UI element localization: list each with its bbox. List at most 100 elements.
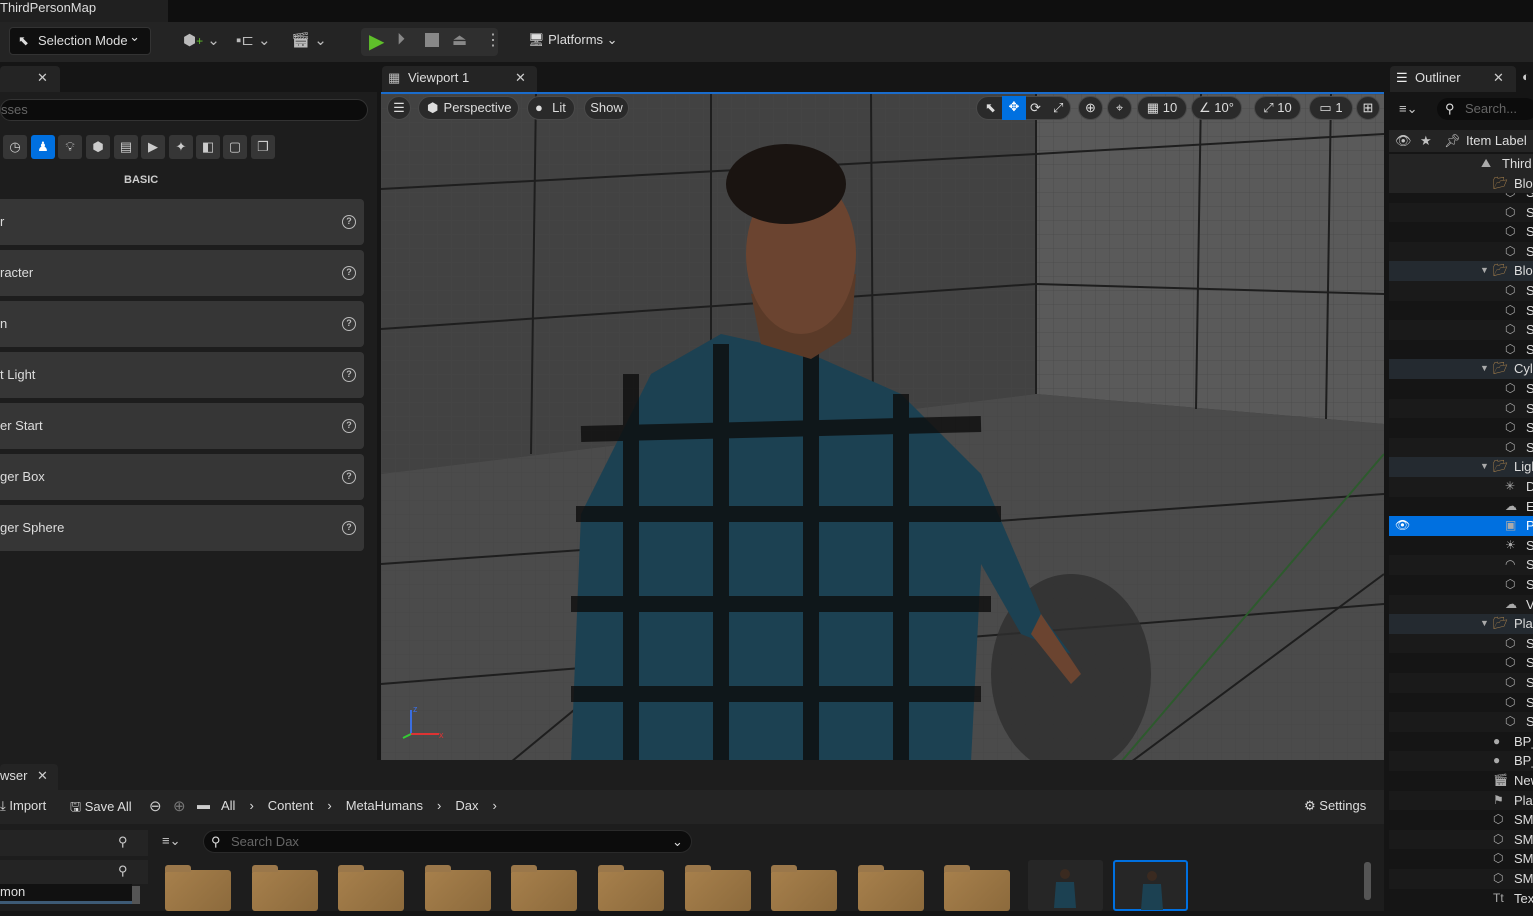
expand-arrow-icon[interactable]: ▼ <box>1480 614 1489 634</box>
outliner-row[interactable]: ⬡S <box>1389 340 1533 360</box>
outliner-row[interactable]: 🎬︎ New <box>1389 771 1533 791</box>
outliner-row[interactable]: ☁ V <box>1389 594 1533 615</box>
place-actor-item[interactable]: ger Sphere? <box>0 505 364 551</box>
breadcrumb-all[interactable]: All <box>221 798 235 813</box>
outliner-row[interactable]: ▼ 📂︎ Cyl <box>1389 359 1533 379</box>
outliner-row[interactable]: ⬡S <box>1389 712 1533 732</box>
geometry-icon[interactable]: ◧ <box>196 135 220 159</box>
folder-asset[interactable] <box>598 865 664 911</box>
place-actor-item[interactable]: er Start? <box>0 403 364 449</box>
outliner-row[interactable]: ⬡S <box>1389 693 1533 713</box>
help-icon[interactable]: ? <box>342 368 356 382</box>
outliner-row[interactable]: 👁︎ ▣ P <box>1389 516 1533 536</box>
outliner-row[interactable]: ◠ S <box>1389 555 1533 575</box>
level-tab[interactable]: ThirdPersonMap <box>0 0 168 22</box>
forward-icon[interactable]: ⊕ <box>173 797 186 815</box>
sources-search[interactable]: ⚲ <box>0 830 148 856</box>
stop-icon[interactable] <box>425 33 439 47</box>
outliner-row[interactable]: ⬡S <box>1389 222 1533 242</box>
cinematic-icon[interactable]: ▤ <box>114 135 138 159</box>
world-space-icon[interactable]: ⊕ <box>1078 96 1103 120</box>
folder-asset[interactable] <box>338 865 405 911</box>
outliner-row[interactable]: ⬡S <box>1389 281 1533 301</box>
breadcrumb-content[interactable]: Content <box>268 798 314 813</box>
outliner-row-folder[interactable]: 📂︎ Blo <box>1389 173 1533 194</box>
close-icon[interactable]: ✕ <box>37 66 48 90</box>
scale-tool-icon[interactable]: ⤢ <box>1053 97 1063 119</box>
settings-button[interactable]: ⚙ Settings <box>1304 798 1366 814</box>
place-actor-item[interactable]: t Light? <box>0 352 364 398</box>
folder-asset[interactable] <box>511 865 578 911</box>
assets-scrollbar[interactable] <box>1364 862 1371 900</box>
help-icon[interactable]: ? <box>342 215 356 229</box>
shapes-icon[interactable]: ⬢ <box>86 135 110 159</box>
blueprint-icon[interactable]: ▪⊏ ⌄ <box>236 31 271 49</box>
outliner-row[interactable]: ▼ 📂︎ Ligl <box>1389 457 1533 477</box>
visibility-eye-icon[interactable]: 👁︎ <box>1395 516 1410 536</box>
search-dax-input[interactable]: ⚲ Search Dax ⌄ <box>203 830 692 853</box>
place-actor-item[interactable]: ger Box? <box>0 454 364 500</box>
close-icon[interactable]: ✕ <box>1493 66 1504 90</box>
breadcrumb-dax[interactable]: Dax <box>455 798 478 813</box>
viewport-menu-button[interactable]: ☰ <box>387 96 411 120</box>
level-viewport[interactable]: zx <box>381 92 1384 760</box>
outliner-row[interactable]: ⬡S <box>1389 653 1533 673</box>
outliner-row[interactable]: ⬡ SM <box>1389 869 1533 889</box>
outliner-row[interactable]: ⬡S <box>1389 320 1533 340</box>
path-search[interactable]: ⚲ <box>0 860 148 884</box>
metahuman-asset-thumbnail[interactable] <box>1113 860 1188 911</box>
search-classes-input[interactable]: sses <box>0 99 368 121</box>
outliner-row[interactable]: Tt Tex <box>1389 889 1533 909</box>
cinematics-icon[interactable]: 🎬︎ ⌄ <box>291 31 327 49</box>
outliner-row[interactable]: ⬡S <box>1389 633 1533 654</box>
perspective-button[interactable]: ⬢ Perspective <box>418 96 519 120</box>
visual-effects-icon[interactable]: ▶ <box>141 135 165 159</box>
camera-speed-button[interactable]: ▭ 1 <box>1309 96 1353 120</box>
recent-icon[interactable]: ◷ <box>3 135 27 159</box>
outliner-row[interactable]: ▼ 📂︎ Pla <box>1389 614 1533 634</box>
outliner-row[interactable]: ⬡S <box>1389 398 1533 419</box>
translate-tool-icon[interactable]: ✥ <box>1002 96 1026 120</box>
outliner-row[interactable]: ⬡ SM <box>1389 849 1533 869</box>
lit-button[interactable]: ● Lit <box>527 96 575 120</box>
folder-asset[interactable] <box>684 865 751 911</box>
outliner-row[interactable]: ⬡S <box>1389 673 1533 693</box>
outliner-row[interactable]: ✳ D <box>1389 477 1533 497</box>
help-icon[interactable]: ? <box>342 521 356 535</box>
scale-snap-button[interactable]: ⤢ 10 <box>1254 96 1301 120</box>
folder-asset[interactable] <box>771 865 838 911</box>
place-actor-item[interactable]: n? <box>0 301 364 347</box>
metahuman-asset-thumbnail[interactable] <box>1028 860 1103 911</box>
help-icon[interactable]: ? <box>342 266 356 280</box>
folder-asset[interactable] <box>251 865 318 911</box>
chevron-down-icon[interactable]: ⌄ <box>672 831 683 852</box>
back-icon[interactable]: ⊖ <box>149 797 162 815</box>
tree-scrollbar[interactable] <box>132 886 140 904</box>
filter-icon[interactable]: ≡⌄ <box>162 833 180 849</box>
details-tab-icon[interactable]: ◐ <box>1522 69 1530 84</box>
folder-asset[interactable] <box>857 865 924 911</box>
expand-arrow-icon[interactable]: ▼ <box>1480 261 1489 281</box>
import-button[interactable]: ⤓ Import <box>0 798 46 814</box>
outliner-row[interactable]: ⬡S <box>1389 202 1533 223</box>
rotation-snap-button[interactable]: ∠ 10° <box>1191 96 1242 120</box>
show-button[interactable]: Show <box>584 96 629 120</box>
volumes-icon[interactable]: ▢ <box>223 135 247 159</box>
place-actors-tab[interactable]: ✕ <box>0 66 60 92</box>
outliner-row[interactable]: ● BP_ <box>1389 732 1533 752</box>
help-icon[interactable]: ? <box>342 470 356 484</box>
folder-asset[interactable] <box>424 865 491 911</box>
folder-asset[interactable] <box>165 865 231 911</box>
rotate-tool-icon[interactable]: ⟳ <box>1030 97 1041 119</box>
outliner-row[interactable]: ⬡S <box>1389 301 1533 321</box>
surface-snap-icon[interactable]: ⌖ <box>1107 96 1132 120</box>
help-icon[interactable]: ? <box>342 419 356 433</box>
place-actor-item[interactable]: r? <box>0 199 364 245</box>
help-icon[interactable]: ? <box>342 317 356 331</box>
outliner-row[interactable]: ⬡S <box>1389 241 1533 262</box>
place-actor-item[interactable]: racter? <box>0 250 364 296</box>
viewport-tab[interactable]: ▦ Viewport 1 ✕ <box>382 66 537 92</box>
outliner-row[interactable]: ⚑ Play <box>1389 790 1533 811</box>
outliner-row[interactable]: ● BP_ <box>1389 751 1533 771</box>
outliner-tab[interactable]: ☰ Outliner ✕ <box>1390 66 1516 92</box>
